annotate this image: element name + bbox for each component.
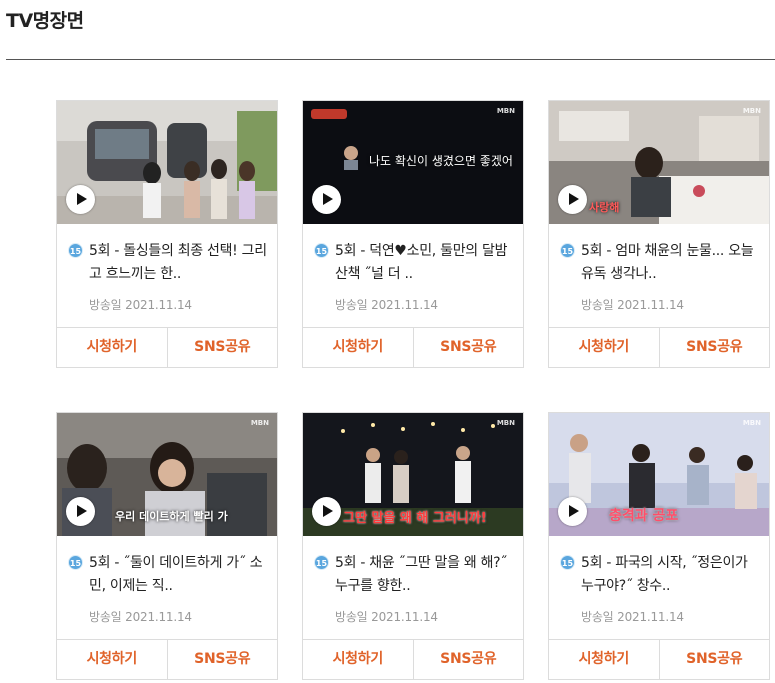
clip-title[interactable]: 5회 - ˝둘이 데이트하게 가˝ 소민, 이제는 직.. bbox=[89, 552, 268, 598]
sns-share-button[interactable]: SNS공유 bbox=[166, 328, 278, 367]
clip-actions: 시청하기 SNS공유 bbox=[549, 639, 769, 679]
caption-overlay: 그딴 말을 왜 해 그러니까! bbox=[343, 511, 487, 526]
sns-share-button[interactable]: SNS공유 bbox=[166, 640, 278, 679]
watch-button[interactable]: 시청하기 bbox=[303, 640, 413, 679]
caption-overlay: 사랑해 bbox=[589, 201, 620, 214]
clip-actions: 시청하기 SNS공유 bbox=[303, 639, 523, 679]
clip-card: MBN 나도 확신이 생겼으면 좋겠어 15 5회 - 덕연♥소민, 둘만의 달… bbox=[302, 100, 524, 368]
clip-title[interactable]: 5회 - 엄마 채윤의 눈물... 오늘 유독 생각나.. bbox=[581, 240, 760, 286]
play-icon[interactable] bbox=[558, 185, 587, 214]
caption-overlay: 우리 데이트하게 빨리 가 bbox=[115, 510, 228, 523]
air-date: 방송일 2021.11.14 bbox=[89, 298, 192, 312]
age-rating-badge: 15 bbox=[314, 555, 329, 570]
broadcaster-logo: MBN bbox=[250, 419, 269, 427]
sns-share-button[interactable]: SNS공유 bbox=[658, 640, 770, 679]
caption-overlay: 충격과 공포 bbox=[609, 508, 679, 524]
clip-actions: 시청하기 SNS공유 bbox=[303, 327, 523, 367]
clip-card: MBN 사랑해 15 5회 - 엄마 채윤의 눈물... 오늘 유독 생각나..… bbox=[548, 100, 770, 368]
air-date: 방송일 2021.11.14 bbox=[89, 610, 192, 624]
age-rating-badge: 15 bbox=[560, 555, 575, 570]
watch-button[interactable]: 시청하기 bbox=[303, 328, 413, 367]
watch-button[interactable]: 시청하기 bbox=[57, 328, 167, 367]
clip-title[interactable]: 5회 - 돌싱들의 최종 선택! 그리고 흐느끼는 한.. bbox=[89, 240, 268, 286]
broadcaster-logo: MBN bbox=[496, 419, 515, 427]
page-title: TV명장면 bbox=[6, 10, 84, 32]
clip-thumbnail[interactable] bbox=[57, 101, 277, 224]
clip-info: 15 5회 - 덕연♥소민, 둘만의 달밤 산책 ˝널 더 .. 방송일 202… bbox=[314, 240, 514, 313]
clip-thumbnail[interactable]: MBN 나도 확신이 생겼으면 좋겠어 bbox=[303, 101, 523, 224]
clip-title[interactable]: 5회 - 채윤 ˝그딴 말을 왜 해?˝ 누구를 향한.. bbox=[335, 552, 514, 598]
clip-info: 15 5회 - 엄마 채윤의 눈물... 오늘 유독 생각나.. 방송일 202… bbox=[560, 240, 760, 313]
clip-card: 15 5회 - 돌싱들의 최종 선택! 그리고 흐느끼는 한.. 방송일 202… bbox=[56, 100, 278, 368]
clip-card: MBN 우리 데이트하게 빨리 가 15 5회 - ˝둘이 데이트하게 가˝ 소… bbox=[56, 412, 278, 680]
broadcaster-logo: MBN bbox=[742, 419, 761, 427]
clip-info: 15 5회 - ˝둘이 데이트하게 가˝ 소민, 이제는 직.. 방송일 202… bbox=[68, 552, 268, 625]
air-date: 방송일 2021.11.14 bbox=[335, 298, 438, 312]
watch-button[interactable]: 시청하기 bbox=[549, 328, 659, 367]
play-icon[interactable] bbox=[66, 497, 95, 526]
sns-share-button[interactable]: SNS공유 bbox=[412, 328, 524, 367]
play-icon[interactable] bbox=[312, 497, 341, 526]
watch-button[interactable]: 시청하기 bbox=[549, 640, 659, 679]
clip-actions: 시청하기 SNS공유 bbox=[57, 639, 277, 679]
age-rating-badge: 15 bbox=[560, 243, 575, 258]
clip-info: 15 5회 - 파국의 시작, ˝정은이가 누구야?˝ 창수.. 방송일 202… bbox=[560, 552, 760, 625]
age-rating-badge: 15 bbox=[314, 243, 329, 258]
clip-thumbnail[interactable]: MBN 그딴 말을 왜 해 그러니까! bbox=[303, 413, 523, 536]
clip-thumbnail[interactable]: MBN 충격과 공포 bbox=[549, 413, 769, 536]
air-date: 방송일 2021.11.14 bbox=[581, 610, 684, 624]
title-divider bbox=[6, 59, 775, 60]
play-icon[interactable] bbox=[312, 185, 341, 214]
play-icon[interactable] bbox=[66, 185, 95, 214]
caption-overlay: 나도 확신이 생겼으면 좋겠어 bbox=[369, 154, 513, 168]
clip-info: 15 5회 - 돌싱들의 최종 선택! 그리고 흐느끼는 한.. 방송일 202… bbox=[68, 240, 268, 313]
age-rating-badge: 15 bbox=[68, 555, 83, 570]
clip-info: 15 5회 - 채윤 ˝그딴 말을 왜 해?˝ 누구를 향한.. 방송일 202… bbox=[314, 552, 514, 625]
clip-actions: 시청하기 SNS공유 bbox=[57, 327, 277, 367]
watch-button[interactable]: 시청하기 bbox=[57, 640, 167, 679]
air-date: 방송일 2021.11.14 bbox=[581, 298, 684, 312]
broadcaster-logo: MBN bbox=[742, 107, 761, 115]
clip-title[interactable]: 5회 - 파국의 시작, ˝정은이가 누구야?˝ 창수.. bbox=[581, 552, 760, 598]
sns-share-button[interactable]: SNS공유 bbox=[412, 640, 524, 679]
clip-card: MBN 그딴 말을 왜 해 그러니까! 15 5회 - 채윤 ˝그딴 말을 왜 … bbox=[302, 412, 524, 680]
air-date: 방송일 2021.11.14 bbox=[335, 610, 438, 624]
clip-thumbnail[interactable]: MBN 사랑해 bbox=[549, 101, 769, 224]
sns-share-button[interactable]: SNS공유 bbox=[658, 328, 770, 367]
clip-actions: 시청하기 SNS공유 bbox=[549, 327, 769, 367]
clip-card: MBN 충격과 공포 15 5회 - 파국의 시작, ˝정은이가 누구야?˝ 창… bbox=[548, 412, 770, 680]
clip-title[interactable]: 5회 - 덕연♥소민, 둘만의 달밤 산책 ˝널 더 .. bbox=[335, 240, 514, 286]
clip-thumbnail[interactable]: MBN 우리 데이트하게 빨리 가 bbox=[57, 413, 277, 536]
broadcaster-logo: MBN bbox=[496, 107, 515, 115]
play-icon[interactable] bbox=[558, 497, 587, 526]
age-rating-badge: 15 bbox=[68, 243, 83, 258]
